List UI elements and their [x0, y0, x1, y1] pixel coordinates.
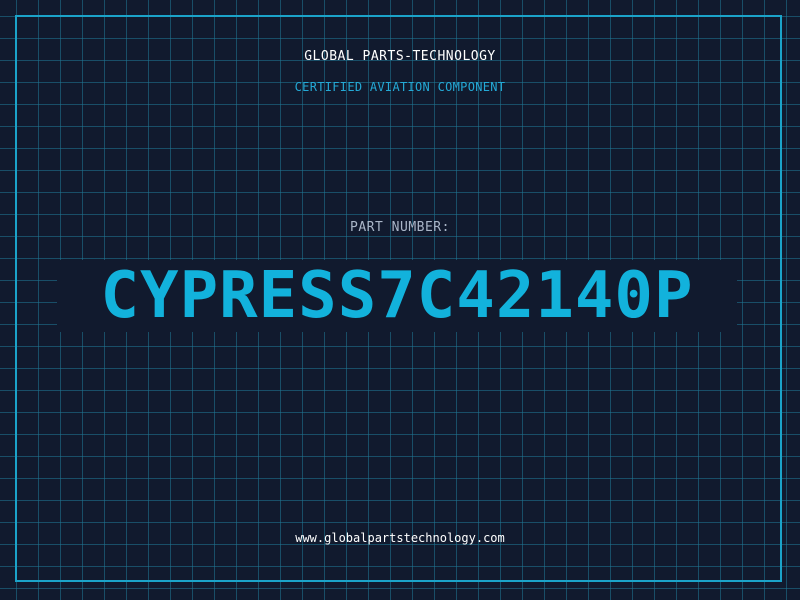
part-card: GLOBAL PARTS-TECHNOLOGY CERTIFIED AVIATI…	[0, 0, 800, 600]
website-url: www.globalpartstechnology.com	[295, 531, 505, 545]
company-name: GLOBAL PARTS-TECHNOLOGY	[304, 49, 496, 64]
part-number-value: CYPRESS7C42140P	[100, 259, 694, 333]
certification-subtitle: CERTIFIED AVIATION COMPONENT	[294, 80, 506, 94]
part-number-label: PART NUMBER:	[350, 220, 450, 235]
part-number-panel: CYPRESS7C42140P	[57, 260, 737, 332]
